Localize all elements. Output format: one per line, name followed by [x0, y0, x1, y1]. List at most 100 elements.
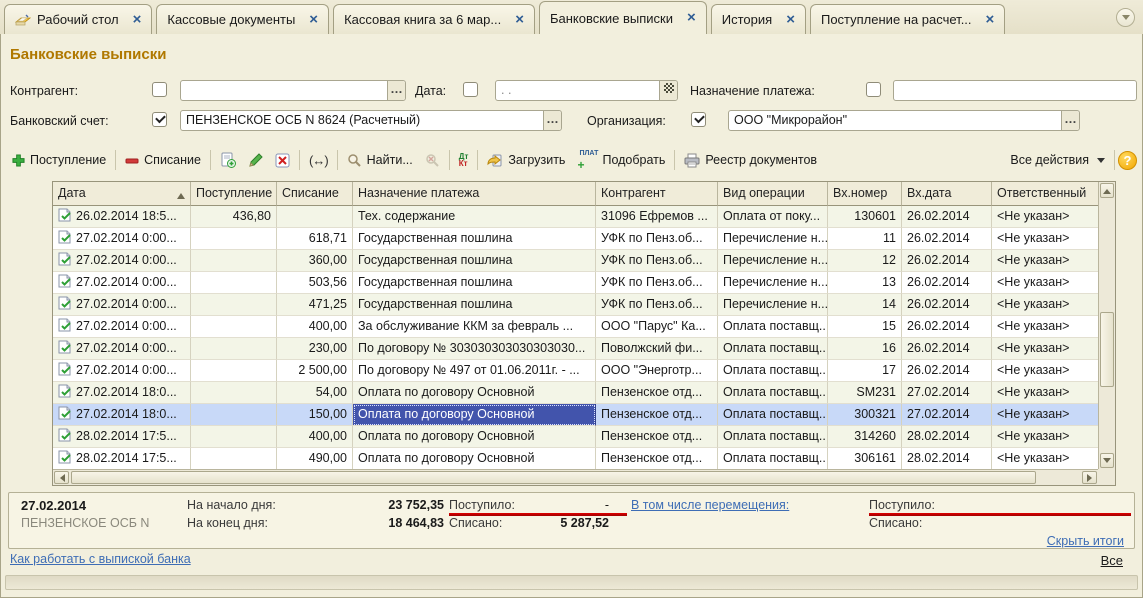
cell-expense[interactable]: 400,00	[277, 316, 353, 338]
cell-purpose[interactable]: Оплата по договору Основной	[353, 448, 596, 470]
writeoff-button[interactable]: Списание	[119, 150, 207, 170]
column-header-responsible[interactable]: Ответственный	[992, 182, 1115, 206]
cell-contractor[interactable]: Пензенское отд...	[596, 448, 718, 470]
transfers-link[interactable]: В том числе перемещения:	[631, 498, 789, 512]
vertical-scroll-thumb[interactable]	[1100, 312, 1114, 387]
column-header-expense[interactable]: Списание	[277, 182, 353, 206]
all-link[interactable]: Все	[1101, 553, 1123, 568]
choose-button[interactable]: …	[387, 81, 405, 100]
cell-contractor[interactable]: Пензенское отд...	[596, 382, 718, 404]
choose-button[interactable]: …	[1061, 111, 1079, 130]
cell-operation[interactable]: Оплата поставщ...	[718, 448, 828, 470]
cell-operation[interactable]: Перечисление н...	[718, 228, 828, 250]
cell-contractor[interactable]: УФК по Пенз.об...	[596, 272, 718, 294]
cell-in_date[interactable]: 26.02.2014	[902, 338, 992, 360]
find-button[interactable]: Найти...	[341, 150, 419, 171]
cell-in_number[interactable]: 17	[828, 360, 902, 382]
cell-purpose[interactable]: Государственная пошлина	[353, 250, 596, 272]
cell-income[interactable]	[191, 382, 277, 404]
cell-income[interactable]: 436,80	[191, 206, 277, 228]
cell-in_date[interactable]: 26.02.2014	[902, 228, 992, 250]
dt-kt-button[interactable]: ДтКт	[453, 150, 475, 170]
clear-search-button[interactable]	[419, 150, 446, 171]
date-checkbox[interactable]	[463, 82, 478, 97]
date-input[interactable]: . .	[495, 80, 678, 101]
cell-responsible[interactable]: <Не указан>	[992, 294, 1115, 316]
cell-responsible[interactable]: <Не указан>	[992, 382, 1115, 404]
table-row-12[interactable]: 28.02.2014 17:5...490,00Оплата по догово…	[53, 448, 1115, 470]
cell-date[interactable]: 27.02.2014 0:00...	[53, 360, 191, 382]
column-header-operation[interactable]: Вид операции	[718, 182, 828, 206]
cell-contractor[interactable]: Пензенское отд...	[596, 404, 718, 426]
cell-operation[interactable]: Перечисление н...	[718, 250, 828, 272]
table-row-1[interactable]: 26.02.2014 18:5...436,80Тех. содержание3…	[53, 206, 1115, 228]
scroll-up-button[interactable]	[1100, 183, 1114, 198]
cell-operation[interactable]: Оплата поставщ...	[718, 426, 828, 448]
cell-income[interactable]	[191, 360, 277, 382]
cell-contractor[interactable]: ООО "Парус" Ка...	[596, 316, 718, 338]
cell-date[interactable]: 27.02.2014 0:00...	[53, 228, 191, 250]
contractor-input[interactable]: …	[180, 80, 406, 101]
table-row-11[interactable]: 28.02.2014 17:5...400,00Оплата по догово…	[53, 426, 1115, 448]
cell-in_number[interactable]: 300321	[828, 404, 902, 426]
cell-responsible[interactable]: <Не указан>	[992, 404, 1115, 426]
close-icon[interactable]: ×	[133, 14, 142, 26]
edit-button[interactable]	[242, 150, 269, 171]
cell-in_date[interactable]: 27.02.2014	[902, 404, 992, 426]
cell-in_date[interactable]: 26.02.2014	[902, 206, 992, 228]
vertical-scrollbar[interactable]	[1098, 182, 1115, 469]
cell-contractor[interactable]: ООО "Энерготр...	[596, 360, 718, 382]
cell-purpose[interactable]: За обслуживание ККМ за февраль ...	[353, 316, 596, 338]
cell-operation[interactable]: Оплата поставщ...	[718, 360, 828, 382]
cell-in_date[interactable]: 27.02.2014	[902, 382, 992, 404]
table-row-4[interactable]: 27.02.2014 0:00...503,56Государственная …	[53, 272, 1115, 294]
cell-in_date[interactable]: 28.02.2014	[902, 426, 992, 448]
cell-date[interactable]: 27.02.2014 18:0...	[53, 404, 191, 426]
cell-in_date[interactable]: 26.02.2014	[902, 272, 992, 294]
cell-in_date[interactable]: 26.02.2014	[902, 316, 992, 338]
tab-3[interactable]: Кассовая книга за 6 мар...×	[333, 4, 535, 34]
cell-date[interactable]: 27.02.2014 0:00...	[53, 250, 191, 272]
cell-income[interactable]	[191, 426, 277, 448]
horizontal-scrollbar[interactable]	[53, 469, 1098, 485]
set-interval-button[interactable]: (↔)	[303, 150, 334, 171]
tab-5[interactable]: История×	[711, 4, 806, 34]
cell-purpose[interactable]: Оплата по договору Основной	[353, 404, 596, 426]
cell-purpose[interactable]: Тех. содержание	[353, 206, 596, 228]
all-actions-button[interactable]: Все действия	[1004, 150, 1111, 170]
cell-expense[interactable]: 2 500,00	[277, 360, 353, 382]
cell-responsible[interactable]: <Не указан>	[992, 316, 1115, 338]
cell-operation[interactable]: Оплата поставщ...	[718, 316, 828, 338]
receipt-button[interactable]: Поступление	[6, 150, 112, 170]
cell-in_number[interactable]: 314260	[828, 426, 902, 448]
contractor-checkbox[interactable]	[152, 82, 167, 97]
cell-purpose[interactable]: Государственная пошлина	[353, 272, 596, 294]
tab-4[interactable]: Банковские выписки×	[539, 1, 707, 34]
cell-expense[interactable]: 54,00	[277, 382, 353, 404]
scroll-down-button[interactable]	[1100, 453, 1114, 468]
cell-in_date[interactable]: 26.02.2014	[902, 360, 992, 382]
cell-expense[interactable]: 360,00	[277, 250, 353, 272]
cell-in_number[interactable]: 306161	[828, 448, 902, 470]
table-row-5[interactable]: 27.02.2014 0:00...471,25Государственная …	[53, 294, 1115, 316]
cell-responsible[interactable]: <Не указан>	[992, 250, 1115, 272]
cell-expense[interactable]: 490,00	[277, 448, 353, 470]
cell-operation[interactable]: Оплата поставщ...	[718, 404, 828, 426]
cell-expense[interactable]: 400,00	[277, 426, 353, 448]
cell-responsible[interactable]: <Не указан>	[992, 228, 1115, 250]
close-icon[interactable]: ×	[786, 14, 795, 26]
cell-income[interactable]	[191, 250, 277, 272]
close-icon[interactable]: ×	[309, 14, 318, 26]
bank-account-input[interactable]: ПЕНЗЕНСКОЕ ОСБ N 8624 (Расчетный) …	[180, 110, 562, 131]
cell-expense[interactable]: 150,00	[277, 404, 353, 426]
column-header-in_number[interactable]: Вх.номер	[828, 182, 902, 206]
cell-operation[interactable]: Перечисление н...	[718, 294, 828, 316]
registry-button[interactable]: Реестр документов	[678, 150, 823, 171]
cell-in_date[interactable]: 26.02.2014	[902, 294, 992, 316]
organization-input[interactable]: ООО "Микрорайон" …	[728, 110, 1080, 131]
scroll-left-button[interactable]	[54, 471, 69, 484]
column-header-income[interactable]: Поступление	[191, 182, 277, 206]
cell-responsible[interactable]: <Не указан>	[992, 448, 1115, 470]
cell-income[interactable]	[191, 294, 277, 316]
cell-date[interactable]: 28.02.2014 17:5...	[53, 426, 191, 448]
